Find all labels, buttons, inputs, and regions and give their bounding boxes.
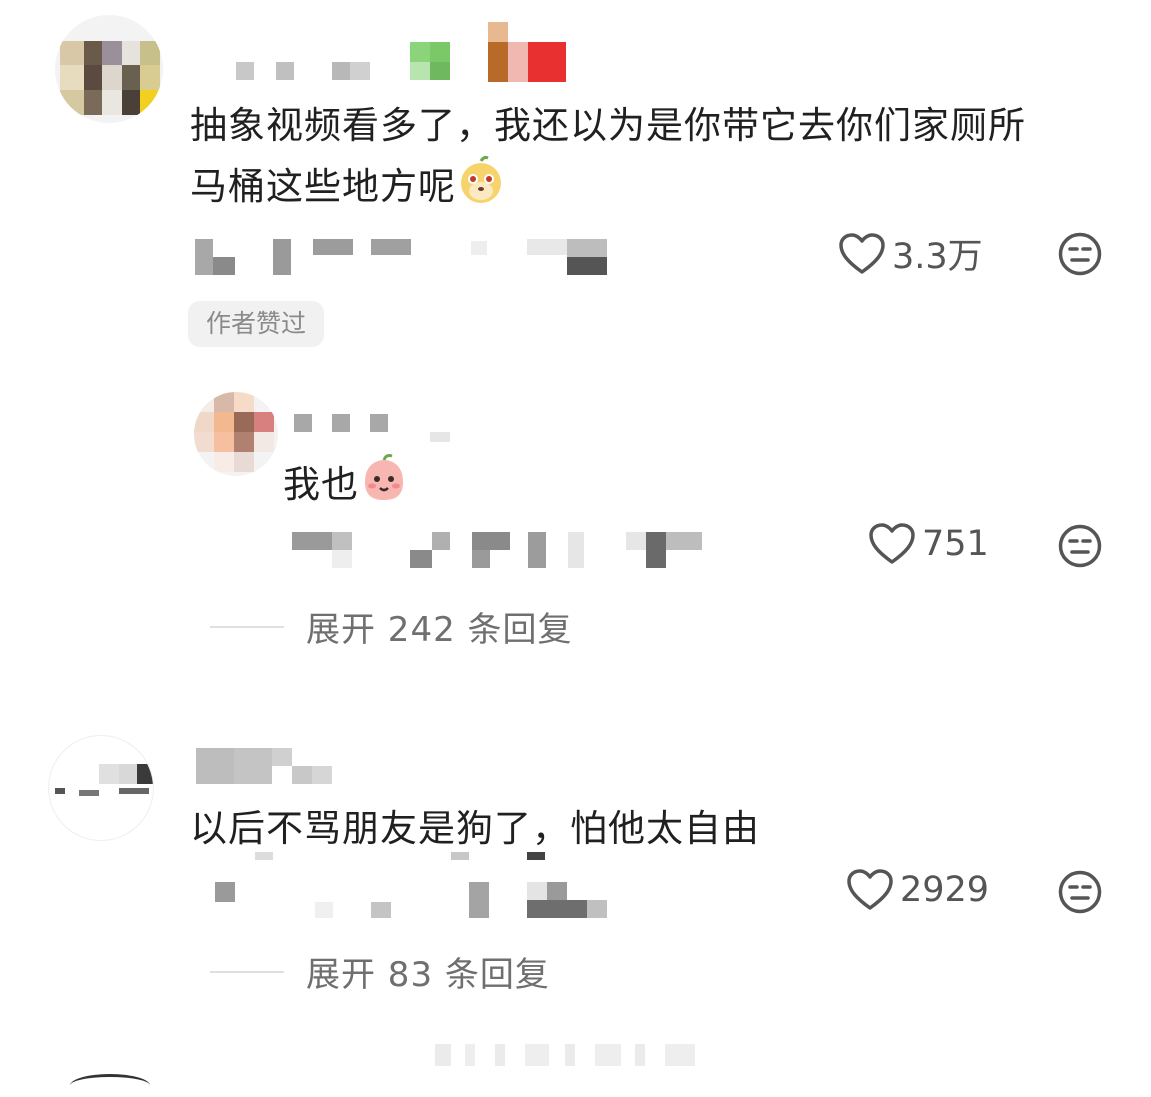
comment-item: 以后不骂朋友是狗了，怕他太自由 2929 展开 83 条回复 <box>0 720 1151 1020</box>
like-count: 2929 <box>900 870 990 910</box>
expand-replies-button[interactable]: 展开 242 条回复 <box>210 602 573 651</box>
monkey-face-emoji <box>456 155 506 222</box>
expand-replies-label: 展开 242 条回复 <box>306 610 573 650</box>
dislike-button[interactable] <box>1058 870 1102 914</box>
heart-outline-icon <box>868 522 916 566</box>
comment-text-line2: 马桶这些地方呢 <box>190 165 456 208</box>
divider-line <box>210 970 284 973</box>
expand-replies-button[interactable]: 展开 83 条回复 <box>210 947 550 996</box>
comment-text-line: 以后不骂朋友是狗了，怕他太自由 <box>190 807 760 850</box>
meh-face-icon <box>1058 524 1102 568</box>
username[interactable] <box>196 748 356 788</box>
pink-blob-emoji <box>359 452 409 521</box>
heart-outline-icon <box>846 868 894 912</box>
like-count: 751 <box>922 524 989 564</box>
like-button[interactable]: 3.3万 <box>838 228 983 279</box>
meh-face-icon <box>1058 870 1102 914</box>
watermark <box>435 1040 715 1070</box>
reply-avatar[interactable] <box>194 392 278 476</box>
username[interactable] <box>230 20 575 85</box>
expand-replies-label: 展开 83 条回复 <box>306 955 550 995</box>
author-liked-tag: 作者赞过 <box>188 301 325 347</box>
divider-line <box>210 625 284 628</box>
reply-username[interactable] <box>290 410 460 445</box>
reply-text-content: 我也 <box>283 463 359 506</box>
avatar[interactable] <box>55 15 163 123</box>
comment-text: 抽象视频看多了，我还以为是你带它去你们家厕所 马桶这些地方呢 <box>190 97 1026 222</box>
heart-outline-icon <box>838 232 886 276</box>
like-button[interactable]: 2929 <box>846 868 989 912</box>
comment-text-line: 抽象视频看多了，我还以为是你带它去你们家厕所 <box>190 104 1026 147</box>
reply-text: 我也 <box>283 452 409 521</box>
next-avatar-edge <box>70 1074 150 1097</box>
like-count: 3.3万 <box>892 237 983 277</box>
comment-meta <box>195 235 615 280</box>
reply-dislike-button[interactable] <box>1058 524 1102 568</box>
comment-text: 以后不骂朋友是狗了，怕他太自由 <box>190 800 760 858</box>
dislike-button[interactable] <box>1058 232 1102 276</box>
reply-meta <box>292 530 712 575</box>
avatar[interactable] <box>48 735 154 841</box>
comment-meta <box>215 852 615 927</box>
comment-item: 抽象视频看多了，我还以为是你带它去你们家厕所 马桶这些地方呢 3.3万 作者赞过… <box>0 0 1151 690</box>
meh-face-icon <box>1058 232 1102 276</box>
reply-like-button[interactable]: 751 <box>868 522 989 566</box>
comment-text-line: 马桶这些地方呢 <box>190 155 1026 222</box>
